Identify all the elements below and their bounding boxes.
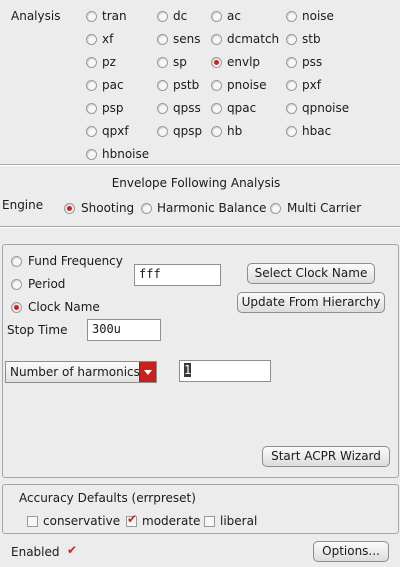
radio-icon[interactable] — [286, 34, 297, 45]
radio-icon[interactable] — [157, 103, 168, 114]
radio-icon[interactable] — [157, 57, 168, 68]
radio-icon[interactable] — [211, 126, 222, 137]
radio-icon[interactable] — [86, 149, 97, 160]
radio-icon[interactable] — [157, 11, 168, 22]
option-label: pac — [102, 78, 124, 92]
option-label: hbac — [302, 124, 332, 138]
radio-icon[interactable] — [157, 126, 168, 137]
chevron-down-icon[interactable] — [139, 362, 156, 382]
option-label: psp — [102, 101, 124, 115]
radio-icon[interactable] — [211, 80, 222, 91]
engine-label: Engine — [2, 198, 44, 212]
radio-icon[interactable] — [286, 11, 297, 22]
radio-icon[interactable] — [86, 80, 97, 91]
option-label: hb — [227, 124, 243, 138]
option-label: sp — [173, 55, 187, 69]
option-label: Shooting — [81, 201, 135, 215]
stop-time-input[interactable]: 300u — [87, 319, 161, 341]
harmonics-value: 1 — [184, 363, 192, 377]
option-label: sens — [173, 32, 201, 46]
fund-frequency-input[interactable]: fff — [134, 264, 221, 286]
checkbox-icon[interactable] — [204, 516, 215, 527]
option-label: qpnoise — [302, 101, 350, 115]
radio-icon[interactable] — [286, 126, 297, 137]
option-label: pxf — [302, 78, 321, 92]
harmonics-input[interactable]: 1 — [179, 360, 271, 382]
option-label: liberal — [220, 514, 258, 528]
option-label: Clock Name — [28, 300, 100, 314]
option-label: envlp — [227, 55, 261, 69]
option-label: dc — [173, 9, 188, 23]
harmonics-select-label: Number of harmonics — [10, 365, 140, 379]
divider — [0, 226, 400, 228]
radio-icon[interactable] — [286, 80, 297, 91]
option-label: pnoise — [227, 78, 267, 92]
option-label: Harmonic Balance — [157, 201, 267, 215]
radio-icon[interactable] — [141, 203, 152, 214]
option-label: Period — [28, 277, 66, 291]
section-title: Envelope Following Analysis — [111, 176, 281, 190]
radio-icon[interactable] — [11, 279, 22, 290]
option-label: xf — [102, 32, 114, 46]
option-label: stb — [302, 32, 321, 46]
checkmark-icon: ✔ — [127, 512, 138, 526]
enabled-checkbox[interactable]: ✔ — [66, 543, 78, 558]
option-label: qpsp — [173, 124, 203, 138]
divider — [0, 164, 400, 166]
radio-icon[interactable] — [211, 11, 222, 22]
radio-icon[interactable] — [86, 103, 97, 114]
radio-icon[interactable] — [86, 57, 97, 68]
checkbox-icon[interactable] — [27, 516, 38, 527]
radio-icon[interactable] — [286, 57, 297, 68]
option-label: qpss — [173, 101, 201, 115]
radio-selected-icon[interactable] — [11, 302, 22, 313]
stop-time-label: Stop Time — [7, 323, 68, 337]
option-label: ac — [227, 9, 241, 23]
option-label: noise — [302, 9, 334, 23]
harmonics-select[interactable]: Number of harmonics — [5, 361, 157, 383]
radio-icon[interactable] — [86, 34, 97, 45]
radio-icon[interactable] — [11, 256, 22, 267]
option-label: Fund Frequency — [28, 254, 123, 268]
select-clock-name-button[interactable]: Select Clock Name — [247, 263, 375, 284]
option-label: dcmatch — [227, 32, 280, 46]
radio-selected-icon[interactable] — [64, 203, 75, 214]
analysis-label: Analysis — [11, 9, 61, 23]
radio-icon[interactable] — [270, 203, 281, 214]
option-label: pstb — [173, 78, 200, 92]
option-label: qpxf — [102, 124, 129, 138]
option-label: hbnoise — [102, 147, 150, 161]
enabled-label: Enabled — [11, 545, 60, 559]
update-from-hierarchy-button[interactable]: Update From Hierarchy — [237, 292, 385, 313]
option-label: tran — [102, 9, 127, 23]
start-acpr-wizard-button[interactable]: Start ACPR Wizard — [262, 446, 390, 467]
radio-icon[interactable] — [86, 126, 97, 137]
radio-icon[interactable] — [286, 103, 297, 114]
accuracy-title: Accuracy Defaults (errpreset) — [19, 491, 196, 505]
checkbox-checked-icon[interactable]: ✔ — [126, 512, 138, 527]
radio-icon[interactable] — [211, 34, 222, 45]
radio-selected-icon[interactable] — [211, 57, 222, 68]
option-label: Multi Carrier — [287, 201, 362, 215]
radio-icon[interactable] — [157, 80, 168, 91]
options-button[interactable]: Options... — [313, 541, 389, 562]
radio-icon[interactable] — [86, 11, 97, 22]
option-label: conservative — [43, 514, 121, 528]
checkmark-icon: ✔ — [67, 543, 78, 557]
radio-icon[interactable] — [211, 103, 222, 114]
option-label: pz — [102, 55, 116, 69]
option-label: pss — [302, 55, 323, 69]
option-label: qpac — [227, 101, 257, 115]
option-label: moderate — [142, 514, 201, 528]
radio-icon[interactable] — [157, 34, 168, 45]
